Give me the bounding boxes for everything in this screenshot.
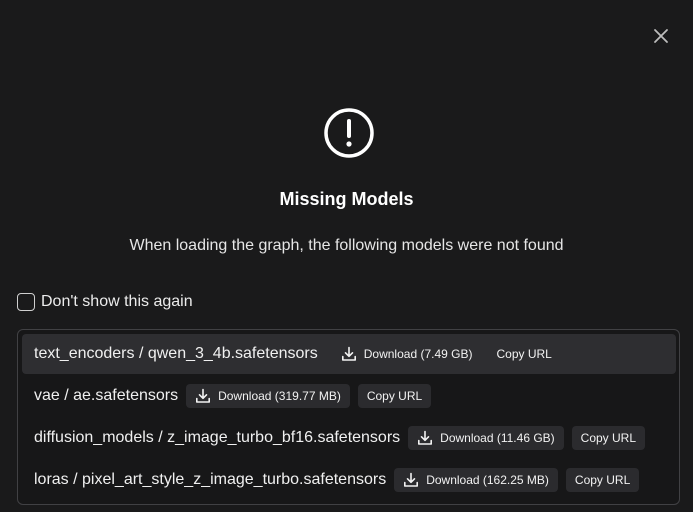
- close-button[interactable]: [649, 24, 673, 48]
- download-button[interactable]: Download (11.46 GB): [408, 426, 564, 450]
- download-icon: [196, 388, 211, 403]
- model-row: text_encoders / qwen_3_4b.safetensors Do…: [22, 334, 676, 374]
- model-name: loras / pixel_art_style_z_image_turbo.sa…: [34, 471, 387, 488]
- copy-url-label: Copy URL: [580, 431, 637, 445]
- close-icon: [654, 29, 668, 43]
- download-icon: [404, 472, 419, 487]
- copy-url-button[interactable]: Copy URL: [487, 342, 560, 366]
- download-button[interactable]: Download (7.49 GB): [332, 342, 482, 366]
- copy-url-button[interactable]: Copy URL: [565, 468, 640, 492]
- copy-url-label: Copy URL: [496, 347, 552, 361]
- download-button[interactable]: Download (162.25 MB): [394, 468, 558, 492]
- copy-url-button[interactable]: Copy URL: [357, 384, 432, 408]
- exclamation-circle-icon: [324, 108, 374, 158]
- dont-show-again-toggle[interactable]: Don't show this again: [17, 293, 193, 311]
- dont-show-label: Don't show this again: [41, 293, 193, 310]
- model-name: text_encoders / qwen_3_4b.safetensors: [34, 345, 318, 362]
- download-label: Download (7.49 GB): [363, 347, 473, 361]
- copy-url-label: Copy URL: [366, 389, 423, 403]
- missing-models-dialog: Missing Models When loading the graph, t…: [0, 0, 693, 512]
- dialog-subtitle: When loading the graph, the following mo…: [129, 237, 564, 254]
- model-row: loras / pixel_art_style_z_image_turbo.sa…: [22, 460, 679, 500]
- copy-url-button[interactable]: Copy URL: [571, 426, 646, 450]
- download-button[interactable]: Download (319.77 MB): [186, 384, 350, 408]
- dialog-title: Missing Models: [279, 189, 414, 209]
- copy-url-label: Copy URL: [574, 473, 631, 487]
- model-name: diffusion_models / z_image_turbo_bf16.sa…: [34, 429, 401, 446]
- model-row: vae / ae.safetensors Download (319.77 MB…: [22, 376, 679, 416]
- model-row: diffusion_models / z_image_turbo_bf16.sa…: [22, 418, 679, 458]
- download-icon: [418, 430, 433, 445]
- dont-show-checkbox[interactable]: [17, 293, 35, 311]
- missing-models-list: text_encoders / qwen_3_4b.safetensors Do…: [17, 329, 680, 505]
- download-label: Download (162.25 MB): [426, 473, 549, 487]
- download-label: Download (319.77 MB): [218, 389, 341, 403]
- download-label: Download (11.46 GB): [440, 431, 555, 445]
- download-icon: [341, 346, 356, 361]
- model-name: vae / ae.safetensors: [34, 387, 179, 404]
